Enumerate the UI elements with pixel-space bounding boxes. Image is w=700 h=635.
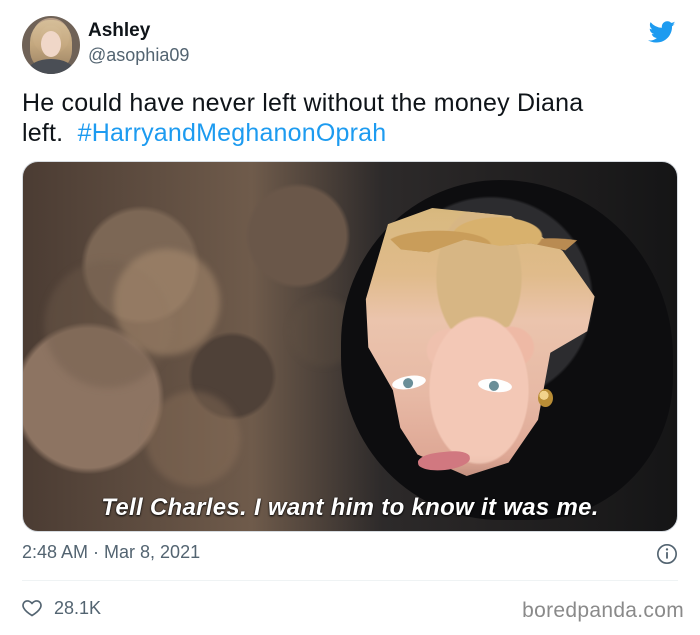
tweet-timestamp[interactable]: 2:48 AM · Mar 8, 2021 (22, 541, 200, 563)
image-caption: Tell Charles. I want him to know it was … (101, 494, 599, 521)
info-icon[interactable] (656, 543, 678, 565)
earring (538, 389, 553, 407)
like-action[interactable]: 28.1K (22, 596, 101, 620)
author-name[interactable]: Ashley (88, 20, 150, 42)
heart-icon[interactable] (22, 598, 42, 618)
tweet-image[interactable]: Tell Charles. I want him to know it was … (22, 161, 678, 532)
action-divider (22, 580, 678, 581)
author-handle[interactable]: @asophia09 (88, 44, 189, 66)
tweet-card: Ashley @asophia09 He could have never le… (0, 0, 700, 635)
hashtag-link[interactable]: #HarryandMeghanonOprah (78, 119, 387, 147)
twitter-bird-icon[interactable] (647, 18, 677, 46)
avatar-face (41, 31, 61, 57)
author-avatar[interactable] (22, 16, 80, 74)
tweet-text: He could have never left without the mon… (22, 88, 662, 148)
like-count: 28.1K (54, 598, 102, 618)
boredpanda-watermark: boredpanda.com (522, 599, 684, 622)
